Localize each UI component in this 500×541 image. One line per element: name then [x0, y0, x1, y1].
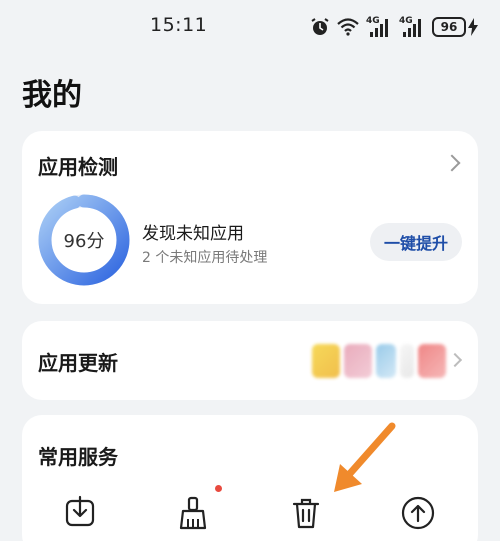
blurred-app-icon	[312, 344, 340, 378]
services-card: 常用服务	[22, 415, 478, 541]
signal-4g-icon: 4G	[399, 16, 425, 38]
status-time: 15:11	[150, 14, 208, 36]
app-update-card[interactable]: 应用更新	[22, 321, 478, 400]
blurred-app-icon	[344, 344, 372, 378]
detect-headline: 发现未知应用	[142, 224, 244, 244]
blurred-app-icon	[400, 344, 414, 378]
blurred-app-icon	[418, 344, 446, 378]
notification-badge	[215, 485, 222, 492]
security-score: 96分	[63, 231, 105, 252]
status-icons: 4G 4G 96	[310, 14, 478, 40]
page-title: 我的	[22, 78, 82, 113]
pending-app-icons	[312, 344, 446, 378]
services-row	[22, 495, 478, 535]
detect-subtext: 2 个未知应用待处理	[142, 250, 268, 266]
trash-icon[interactable]	[288, 495, 324, 531]
battery-indicator: 96	[432, 17, 478, 37]
services-title: 常用服务	[38, 445, 118, 469]
status-bar: 15:11 4G 4G 96	[0, 0, 500, 56]
chevron-right-icon[interactable]	[443, 154, 461, 172]
app-update-title: 应用更新	[38, 351, 118, 375]
app-detect-card[interactable]: 应用检测 96分 发现未知应用 2 个未知应用待处理 一键提升	[22, 131, 478, 304]
cleanup-brush-icon[interactable]	[175, 495, 211, 531]
wifi-icon	[337, 18, 359, 36]
app-detect-title: 应用检测	[38, 155, 118, 179]
alarm-icon	[311, 18, 329, 35]
upload-icon[interactable]	[400, 495, 436, 531]
battery-level: 96	[432, 17, 466, 37]
one-click-upgrade-button[interactable]: 一键提升	[370, 223, 462, 261]
download-icon[interactable]	[62, 495, 98, 531]
blurred-app-icon	[376, 344, 396, 378]
chevron-right-icon[interactable]	[447, 352, 463, 368]
signal-4g-icon: 4G	[366, 16, 392, 38]
charging-icon	[468, 18, 478, 36]
